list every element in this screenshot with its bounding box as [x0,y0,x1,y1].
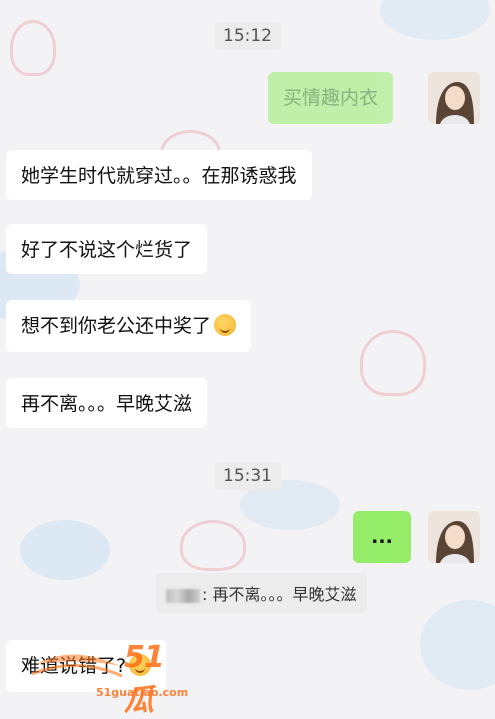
timestamp: 15:31 [214,462,281,490]
received-message-bubble[interactable]: 想不到你老公还中奖了 [6,300,252,352]
sent-message-bubble[interactable]: 买情趣内衣 [268,72,394,124]
quote-text: 再不离。。。早晚艾滋 [212,585,357,604]
watermark-logo-icon [32,654,122,678]
timestamp: 15:12 [214,22,281,50]
blurred-sender-name [166,588,200,603]
user-avatar-icon [428,511,480,563]
quote-sender-separator: : [202,585,208,604]
received-message-bubble[interactable]: 好了不说这个烂货了 [6,224,208,274]
crying-laughing-emoji-icon [214,314,237,336]
user-avatar-icon [428,72,480,124]
watermark-logo-text: 51瓜 [124,640,165,718]
avatar[interactable] [428,72,480,124]
received-message-bubble[interactable]: 再不离。。。早晚艾滋 [6,378,208,428]
message-text: 想不到你老公还中奖了 [21,315,212,337]
quoted-message[interactable]: : 再不离。。。早晚艾滋 [156,573,367,613]
avatar[interactable] [428,511,480,563]
watermark-url: 51guatiao.com [96,686,189,699]
sent-message-bubble[interactable]: ... [353,511,411,563]
received-message-bubble[interactable]: 她学生时代就穿过。。在那诱惑我 [6,150,312,200]
